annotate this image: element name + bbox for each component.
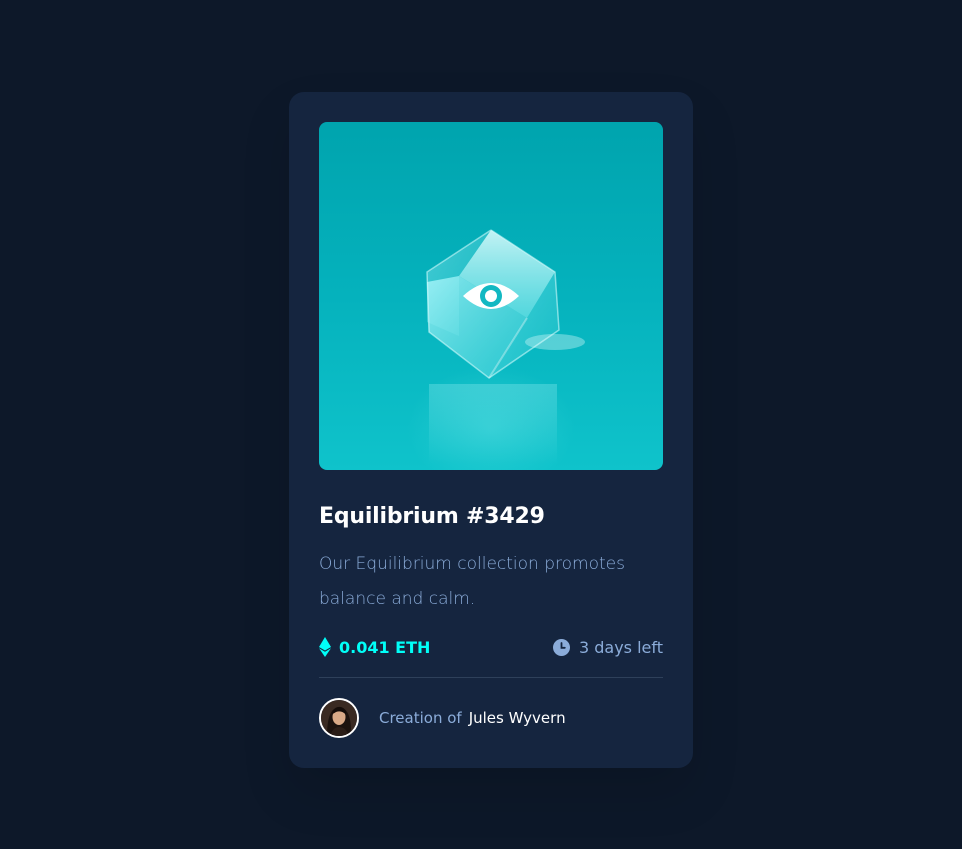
creator-attribution: Creation of Jules Wyvern [319,698,566,738]
time-remaining: 3 days left [552,634,663,660]
nft-preview-card: Equilibrium #3429 Our Equilibrium collec… [289,92,693,768]
price-value: 0.041 ETH [339,637,431,657]
creator-prefix: Creation of [379,709,462,727]
divider [319,677,663,678]
equilibrium-cube-illustration [426,229,585,464]
price-row: 0.041 ETH 3 days left [319,634,663,660]
clock-icon [552,638,570,656]
ethereum-icon [319,637,331,657]
time-left-text: 3 days left [578,637,663,657]
creator-name-link[interactable]: Jules Wyvern [469,709,566,727]
nft-image[interactable] [319,122,663,470]
nft-title[interactable]: Equilibrium #3429 [319,501,545,533]
price: 0.041 ETH [319,634,430,660]
avatar [319,698,359,738]
nft-description: Our Equilibrium collection promotes bala… [319,554,625,609]
